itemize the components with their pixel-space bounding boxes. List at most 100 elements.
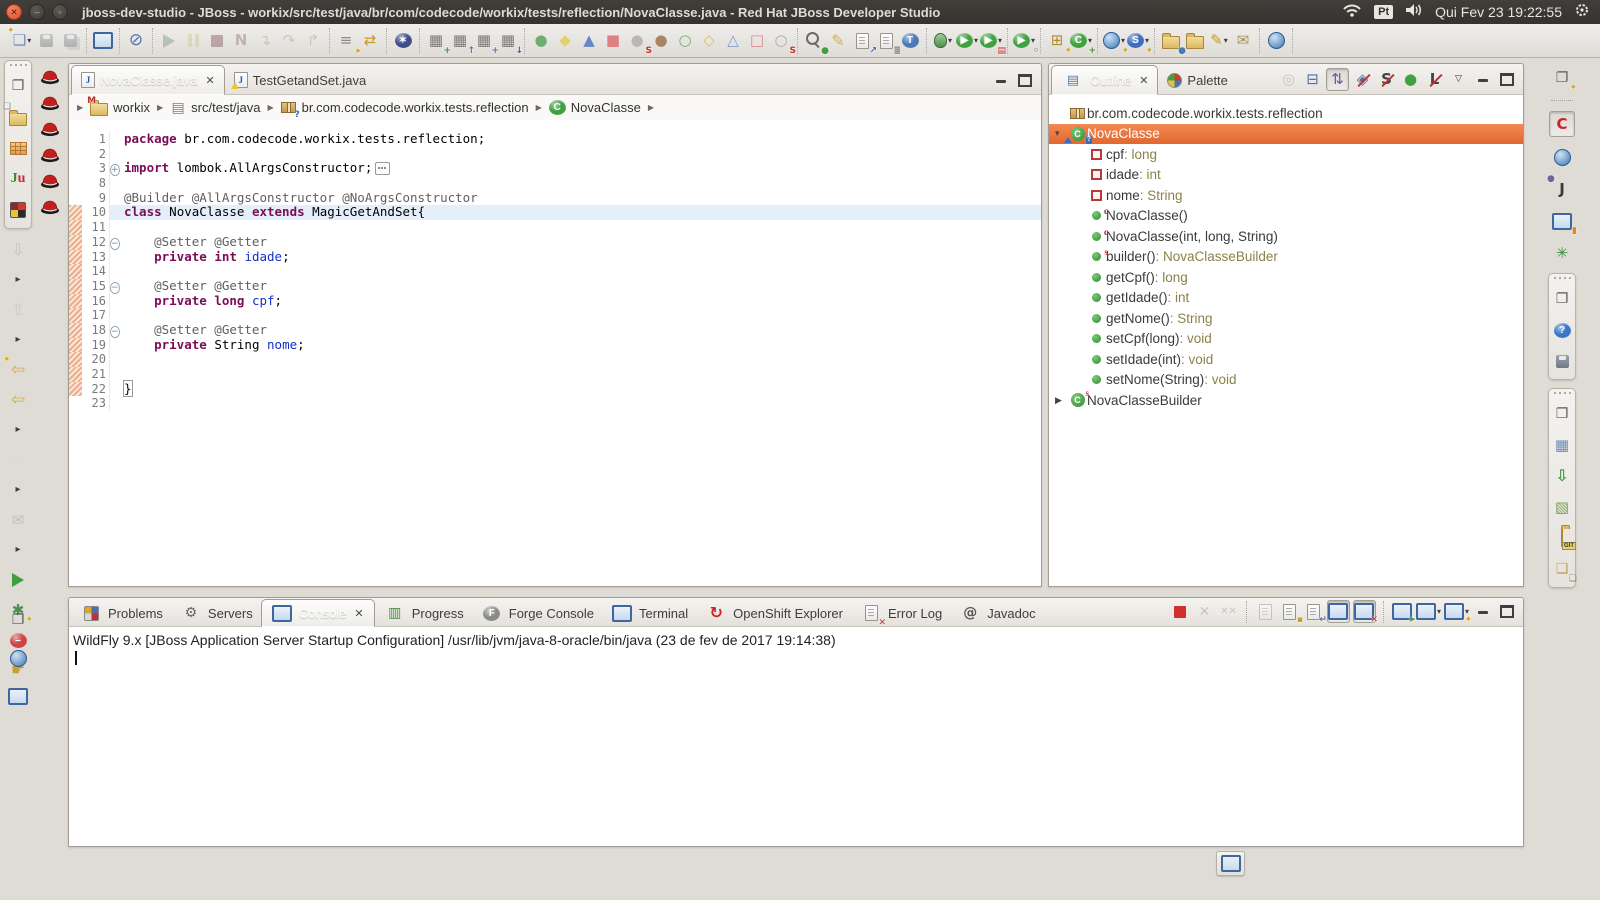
folding-column[interactable] [109,367,124,382]
mail-icon[interactable]: ✉ [6,508,30,532]
bottom-tab-forge-console[interactable]: FForge Console [472,600,602,626]
save-button[interactable] [34,29,58,53]
folding-column[interactable] [109,250,124,265]
back-icon[interactable]: ⇦ [6,388,30,412]
debug-button[interactable]: ▾ [931,29,955,53]
expander-icon[interactable]: ▸ [6,478,30,502]
open-folder-button[interactable] [1183,29,1207,53]
maximize-button[interactable] [1496,601,1517,622]
new-web-project-button[interactable]: ✦▾ [1102,29,1126,53]
marker-diamond-button[interactable]: ◆ [553,29,577,53]
redhat-view-icon[interactable] [38,92,62,117]
new-java-project-button[interactable]: ⊞✦ [1045,29,1069,53]
perspective-web-icon[interactable] [1550,145,1574,169]
terminal-icon[interactable] [610,601,634,625]
close-icon[interactable]: ✕ [206,74,215,87]
remove-all-launches-button[interactable]: ✕✕ [1218,601,1239,622]
folding-column[interactable] [109,264,124,279]
step-return-button[interactable]: ↱ [301,29,325,53]
editor-tab-testgetandset-java[interactable]: JTestGetandSet.java [225,66,375,94]
bottom-tab-console[interactable]: Console✕ [261,599,375,627]
mark-occurrences-button[interactable]: ✎ [826,29,850,53]
jboss-wizard-button[interactable]: ✶ [391,29,415,53]
javadoc-icon[interactable]: @ [958,601,982,625]
run-button[interactable]: ▶▾ [955,29,979,53]
servers-icon[interactable]: ⚙ [179,601,203,625]
resume-button[interactable] [157,29,181,53]
outline-view-icon[interactable]: ▤ [1061,68,1085,92]
map-view-icon[interactable]: ▧ [1550,495,1574,519]
outline-item-novaclasse[interactable]: cNovaClasse() [1049,206,1523,227]
back-history-new-icon[interactable]: ⇦✦ [6,358,30,382]
notification-icon[interactable] [1216,851,1245,876]
marker-circle-button[interactable]: ● [529,29,553,53]
marker-circle-s-button[interactable]: ●S [625,29,649,53]
perspective-java-icon[interactable]: J● [1550,177,1574,201]
perspective-jboss-icon[interactable]: C [1549,111,1575,137]
folding-column[interactable] [109,338,124,353]
text-editor-button[interactable]: T [898,29,922,53]
outline-item-setidade-int[interactable]: setIdade(int) : void [1049,349,1523,370]
redhat-view-icon[interactable] [38,118,62,143]
sphere-view-icon[interactable] [6,646,30,670]
bottom-tab-progress[interactable]: ▥Progress [375,600,472,626]
restore-views-icon[interactable]: ❐ [1550,287,1574,311]
marker-square-button[interactable]: ■ [601,29,625,53]
restore-views-icon[interactable]: ❐ [6,74,30,98]
folding-column[interactable] [109,352,124,367]
step-into-button[interactable]: ↴ [253,29,277,53]
terminate-button[interactable] [205,29,229,53]
collapse-fold-icon[interactable]: − [110,238,120,250]
error-log-icon[interactable]: ✕ [859,601,883,625]
package-icon[interactable]: ? [281,99,297,117]
outline-item-novaclasse-int-long-string[interactable]: cNovaClasse(int, long, String) [1049,226,1523,247]
outline-item-idade[interactable]: idade : int [1049,165,1523,186]
minimize-button[interactable] [1472,601,1493,622]
collapsed-region-icon[interactable] [375,162,390,175]
table-view-icon[interactable] [6,136,30,160]
open-web-resource-button[interactable]: ● [1159,29,1183,53]
breadcrumb-item-br-com-codecode-workix-tests-reflection[interactable]: ?br.com.codecode.workix.tests.reflection [281,99,529,117]
restore-views-icon[interactable]: ❐ [1550,402,1574,426]
run-on-server-button[interactable]: ▶▤▾ [979,29,1003,53]
breadcrumb-item-src-test-java[interactable]: ▤src/test/java [170,99,260,117]
outline-item-setnome-string[interactable]: setNome(String) : void [1049,370,1523,391]
view-tab-outline[interactable]: ▤Outline✕ [1051,65,1158,95]
outline-item-getnome[interactable]: getNome() : String [1049,308,1523,329]
run-last-tool-button[interactable]: ≡▸ [334,29,358,53]
keyboard-layout-indicator[interactable]: Pt [1374,5,1393,19]
folding-column[interactable] [109,205,124,220]
skip-breakpoints-button[interactable]: ⊘ [124,29,148,53]
folding-column[interactable] [109,294,124,309]
view-menu-button[interactable]: ▽ [1448,69,1469,90]
folding-column[interactable]: − [109,323,124,338]
close-icon[interactable]: ✕ [1139,74,1148,87]
folding-column[interactable] [109,220,124,235]
new-class-button[interactable]: C+▾ [1069,29,1093,53]
console-output[interactable]: WildFly 9.x [JBoss Application Server St… [69,627,1523,846]
folding-column[interactable] [109,147,124,162]
hide-nonpublic-button[interactable]: ● [1400,69,1421,90]
expander-icon[interactable]: ▸ [6,268,30,292]
collapse-all-button[interactable]: ⊟ [1302,69,1323,90]
close-window-icon[interactable]: ✕ [6,4,22,20]
sort-button[interactable]: ⇅ [1326,68,1349,91]
profiler-import-button[interactable]: ▦↑ [448,29,472,53]
minimize-window-icon[interactable]: – [29,4,45,20]
external-tools-button[interactable]: ▶◦▾ [1012,29,1036,53]
folding-column[interactable] [109,176,124,191]
expand-icon[interactable]: ▶ [1055,395,1068,406]
hide-local-types-button[interactable]: L [1424,69,1445,90]
save-view-icon[interactable] [1550,349,1574,373]
restore-views-icon[interactable]: ❐ [6,608,30,632]
display-console-button[interactable]: ▾ [1416,601,1441,622]
code-editor[interactable]: 1package br.com.codecode.workix.tests.re… [69,120,1041,586]
outline-item-builder[interactable]: sbuilder() : NovaClasseBuilder [1049,247,1523,268]
import-view-icon[interactable]: ⇩ [1550,464,1574,488]
open-perspective-icon[interactable]: ❐✦ [1550,66,1574,90]
folding-column[interactable] [109,191,124,206]
bottom-tab-javadoc[interactable]: @Javadoc [950,600,1043,626]
editor-tab-novaclasse-java[interactable]: JNovaClasse.java✕ [71,65,225,95]
expander-icon[interactable]: ▸ [6,418,30,442]
outline-item-novaclasse[interactable]: ▾C?NovaClasse [1049,124,1523,145]
